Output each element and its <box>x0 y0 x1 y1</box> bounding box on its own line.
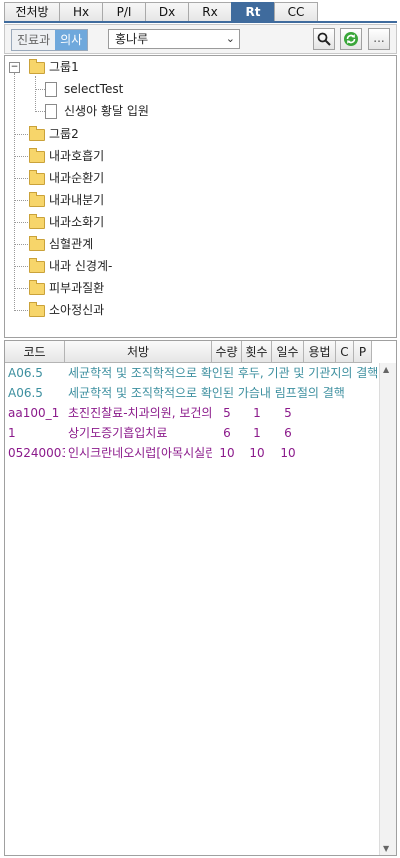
tree-node-label: 심혈관계 <box>49 237 94 251</box>
refresh-icon <box>344 32 358 46</box>
tree-node-label: 내과소화기 <box>49 215 105 229</box>
tree-connector <box>14 244 28 245</box>
rx-detail-grid: 코드 처방 수량 횟수 일수 용법 C P A06.5 세균학적 및 조직학적으… <box>4 340 397 856</box>
cell-code: A06.5 <box>8 386 43 400</box>
tab-strip: 전처방 Hx P/I Dx Rx Rt CC <box>4 2 394 22</box>
cell-prescription: 세균학적 및 조직학적으로 확인된 후두, 기관 및 기관지의 결핵 <box>68 366 379 380</box>
doctor-select-value: 홍나루 <box>115 32 149 46</box>
tree-node-label: 내과 신경계- <box>49 259 113 273</box>
folder-icon <box>29 258 45 273</box>
tree-connector <box>14 200 28 201</box>
cell-prescription: 초진진찰료-치과의원, 보건의료원 <box>68 406 212 420</box>
cell-code: A06.5 <box>8 366 43 380</box>
table-row[interactable]: A06.5 세균학적 및 조직학적으로 확인된 후두, 기관 및 기관지의 결핵 <box>5 363 381 383</box>
tree-node-label: 그룹1 <box>49 60 79 74</box>
cell-days: 5 <box>284 406 292 420</box>
cell-qty: 6 <box>223 426 231 440</box>
tab-pi[interactable]: P/I <box>102 2 146 21</box>
col-header-c[interactable]: C <box>336 341 354 363</box>
col-header-p[interactable]: P <box>354 341 372 363</box>
tree-connector <box>14 222 28 223</box>
col-header-days[interactable]: 일수 <box>272 341 304 363</box>
tree-node-label: 그룹2 <box>49 127 79 141</box>
cell-days: 6 <box>284 426 292 440</box>
tree-connector <box>14 134 28 135</box>
cell-qty: 5 <box>223 406 231 420</box>
folder-icon <box>29 280 45 295</box>
tab-cc[interactable]: CC <box>274 2 318 21</box>
tree-connector <box>14 73 15 311</box>
col-header-prescription[interactable]: 처방 <box>65 341 212 363</box>
tree-connector <box>14 156 28 157</box>
tree-connector <box>14 178 28 179</box>
rx-group-tree: − 그룹1 selectTest 신생아 황달 입원 그룹2 내과호흡기 내과순… <box>4 55 397 338</box>
folder-icon <box>29 302 45 317</box>
cell-freq: 1 <box>253 426 261 440</box>
tree-node-label: selectTest <box>64 82 124 96</box>
cell-code: aa100_1 <box>8 406 60 420</box>
tree-node-label: 소아정신과 <box>49 303 105 317</box>
chevron-down-icon: ⌄ <box>225 32 235 45</box>
more-button[interactable]: ... <box>368 28 390 50</box>
folder-icon <box>29 148 45 163</box>
table-row[interactable]: 052400031 인시크란네오시럽[아목시실린] 10 10 10 <box>5 443 304 463</box>
folder-icon <box>29 170 45 185</box>
tab-underline <box>4 21 397 23</box>
document-icon <box>45 82 57 97</box>
tree-connector <box>14 266 28 267</box>
scope-toggle: 진료과 의사 <box>11 29 89 51</box>
tab-hx[interactable]: Hx <box>59 2 103 21</box>
folder-icon <box>29 214 45 229</box>
table-row[interactable]: A06.5 세균학적 및 조직학적으로 확인된 가슴내 림프절의 결핵 <box>5 383 381 403</box>
tree-connector <box>35 76 36 112</box>
cell-code: 052400031 <box>8 446 65 460</box>
filter-toolbar: 진료과 의사 홍나루 ⌄ ... <box>4 24 397 54</box>
grid-vertical-scrollbar[interactable]: ▲ ▼ <box>379 363 396 855</box>
cell-prescription: 상기도증기흡입치료 <box>68 426 168 440</box>
document-icon <box>45 104 57 119</box>
cell-freq: 1 <box>253 406 261 420</box>
col-header-freq[interactable]: 횟수 <box>242 341 272 363</box>
doctor-toggle-button[interactable]: 의사 <box>55 30 88 50</box>
cell-qty: 10 <box>219 446 235 460</box>
tree-node-label: 내과호흡기 <box>49 149 105 163</box>
tree-node-label: 신생아 황달 입원 <box>64 104 149 118</box>
table-row[interactable]: 1 상기도증기흡입치료 6 1 6 <box>5 423 304 443</box>
tree-connector <box>35 89 45 90</box>
cell-prescription: 세균학적 및 조직학적으로 확인된 가슴내 림프절의 결핵 <box>68 386 345 400</box>
dept-toggle-button[interactable]: 진료과 <box>12 30 56 50</box>
tab-history-rx[interactable]: 전처방 <box>4 2 60 21</box>
folder-icon <box>29 236 45 251</box>
tab-rx[interactable]: Rx <box>188 2 232 21</box>
cell-days: 10 <box>280 446 296 460</box>
folder-icon <box>29 192 45 207</box>
refresh-button[interactable] <box>340 28 362 50</box>
tab-dx[interactable]: Dx <box>145 2 189 21</box>
tree-connector <box>35 111 45 112</box>
cell-code: 1 <box>8 426 16 440</box>
collapse-icon[interactable]: − <box>9 62 20 73</box>
search-button[interactable] <box>313 28 335 50</box>
tree-connector <box>14 288 28 289</box>
doctor-select[interactable]: 홍나루 ⌄ <box>108 29 240 49</box>
col-header-code[interactable]: 코드 <box>5 341 65 363</box>
tab-rt[interactable]: Rt <box>231 2 275 21</box>
folder-open-icon <box>29 59 45 74</box>
tree-node-label: 피부과질환 <box>49 281 105 295</box>
cell-prescription: 인시크란네오시럽[아목시실린] <box>68 446 212 460</box>
folder-icon <box>29 126 45 141</box>
grid-header: 코드 처방 수량 횟수 일수 용법 C P <box>5 341 372 363</box>
tree-node-label: 내과순환기 <box>49 171 105 185</box>
col-header-qty[interactable]: 수량 <box>212 341 242 363</box>
col-header-usage[interactable]: 용법 <box>304 341 336 363</box>
table-row[interactable]: aa100_1 초진진찰료-치과의원, 보건의료원 5 1 5 <box>5 403 304 423</box>
search-icon <box>317 32 331 46</box>
tree-node-label: 내과내분기 <box>49 193 105 207</box>
cell-freq: 10 <box>249 446 265 460</box>
tree-connector <box>14 310 28 311</box>
scroll-down-icon[interactable]: ▼ <box>383 844 389 853</box>
scroll-up-icon[interactable]: ▲ <box>383 365 389 374</box>
